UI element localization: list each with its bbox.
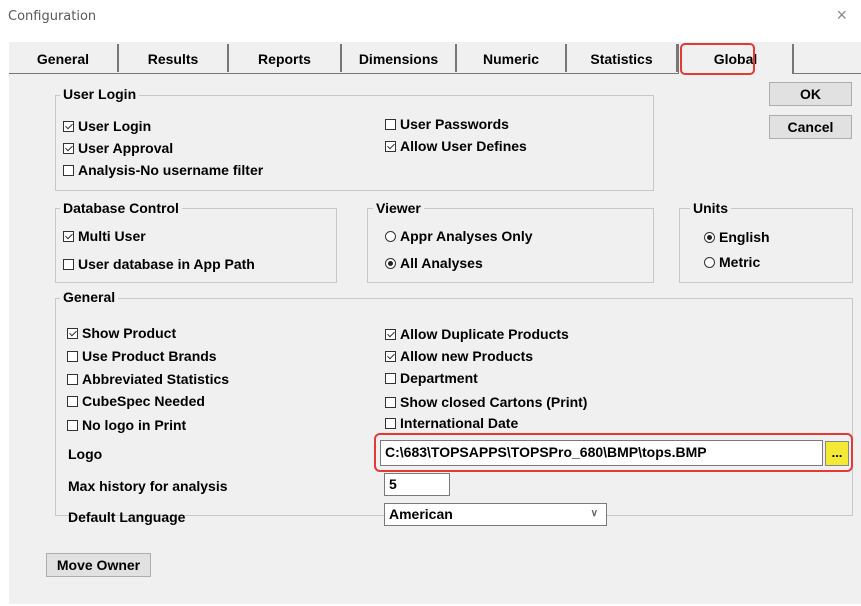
tab-results[interactable]: Results [119,44,229,72]
international-date-checkbox[interactable]: International Date [385,415,518,431]
radio-label: Appr Analyses Only [400,228,533,244]
checkbox-label: Show Product [82,325,177,341]
tab-dimensions[interactable]: Dimensions [342,44,457,72]
units-label: Units [690,200,731,216]
checkbox-label: Allow User Defines [400,138,527,154]
checkbox-label: Abbreviated Statistics [82,371,230,387]
checkbox-unchecked-icon [385,373,396,384]
checkbox-checked-icon [63,121,74,132]
checkbox-unchecked-icon [63,259,74,270]
tab-divider-right [794,73,861,74]
ok-button[interactable]: OK [769,82,852,106]
show-closed-cartons-checkbox[interactable]: Show closed Cartons (Print) [385,394,587,410]
checkbox-unchecked-icon [67,351,78,362]
show-product-checkbox[interactable]: Show Product [67,325,176,341]
checkbox-label: Allow new Products [400,348,534,364]
window-title: Configuration [8,9,97,24]
checkbox-checked-icon [63,143,74,154]
cubespec-needed-checkbox[interactable]: CubeSpec Needed [67,393,205,409]
allow-duplicate-products-checkbox[interactable]: Allow Duplicate Products [385,326,569,342]
tab-numeric[interactable]: Numeric [457,44,567,72]
checkbox-label: Show closed Cartons (Print) [400,394,588,410]
checkbox-unchecked-icon [385,397,396,408]
checkbox-checked-icon [385,329,396,340]
checkbox-unchecked-icon [67,420,78,431]
checkbox-unchecked-icon [67,396,78,407]
analysis-no-username-filter-checkbox[interactable]: Analysis-No username filter [63,162,263,178]
checkbox-label: User Login [78,118,152,134]
tab-statistics[interactable]: Statistics [567,44,678,72]
metric-radio[interactable]: Metric [704,254,760,270]
checkbox-label: Allow Duplicate Products [400,326,569,342]
cancel-button[interactable]: Cancel [769,115,852,139]
radio-unselected-icon [704,257,715,268]
checkbox-label: Use Product Brands [82,348,217,364]
chevron-down-icon: ∨ [590,508,598,519]
tab-reports[interactable]: Reports [229,44,342,72]
radio-label: English [719,229,770,245]
checkbox-checked-icon [385,141,396,152]
user-approval-checkbox[interactable]: User Approval [63,140,173,156]
all-analyses-radio[interactable]: All Analyses [385,255,483,271]
checkbox-label: User database in App Path [78,256,255,272]
logo-path-field[interactable]: C:\683\TOPSAPPS\TOPSPro_680\BMP\tops.BMP [380,440,823,466]
checkbox-label: International Date [400,415,519,431]
max-history-label: Max history for analysis [68,478,228,494]
radio-selected-icon [704,232,715,243]
checkbox-label: Multi User [78,228,146,244]
radio-label: All Analyses [400,255,483,271]
checkbox-checked-icon [67,328,78,339]
user-database-in-app-path-checkbox[interactable]: User database in App Path [63,256,255,272]
user-passwords-checkbox[interactable]: User Passwords [385,116,509,132]
checkbox-checked-icon [385,351,396,362]
no-logo-in-print-checkbox[interactable]: No logo in Print [67,417,186,433]
viewer-group [367,208,654,283]
user-login-label: User Login [60,86,140,102]
viewer-label: Viewer [373,200,424,216]
general-label: General [60,289,119,305]
checkbox-label: User Passwords [400,116,509,132]
radio-selected-icon [385,258,396,269]
english-radio[interactable]: English [704,229,770,245]
checkbox-unchecked-icon [63,165,74,176]
department-checkbox[interactable]: Department [385,370,478,386]
radio-label: Metric [719,254,761,270]
multi-user-checkbox[interactable]: Multi User [63,228,146,244]
checkbox-unchecked-icon [385,119,396,130]
radio-unselected-icon [385,231,396,242]
checkbox-label: No logo in Print [82,417,187,433]
default-language-label: Default Language [68,509,186,525]
active-tab-highlight [680,43,755,75]
close-icon[interactable]: × [836,5,847,26]
checkbox-label: Analysis-No username filter [78,162,264,178]
abbreviated-statistics-checkbox[interactable]: Abbreviated Statistics [67,371,229,387]
checkbox-unchecked-icon [385,418,396,429]
checkbox-checked-icon [63,231,74,242]
checkbox-label: User Approval [78,140,174,156]
use-product-brands-checkbox[interactable]: Use Product Brands [67,348,217,364]
appr-analyses-only-radio[interactable]: Appr Analyses Only [385,228,533,244]
checkbox-label: Department [400,370,478,386]
default-language-value: American [389,506,453,522]
checkbox-label: CubeSpec Needed [82,393,205,409]
max-history-field[interactable]: 5 [384,473,450,496]
allow-user-defines-checkbox[interactable]: Allow User Defines [385,138,527,154]
checkbox-unchecked-icon [67,374,78,385]
tab-general[interactable]: General [9,44,119,72]
units-group [679,208,853,283]
logo-label: Logo [68,446,103,462]
database-control-label: Database Control [60,200,182,216]
user-login-checkbox[interactable]: User Login [63,118,151,134]
allow-new-products-checkbox[interactable]: Allow new Products [385,348,533,364]
browse-logo-button[interactable]: ... [825,441,849,466]
tab-divider [9,73,678,74]
move-owner-button[interactable]: Move Owner [46,553,151,577]
default-language-select[interactable]: American ∨ [384,503,607,526]
